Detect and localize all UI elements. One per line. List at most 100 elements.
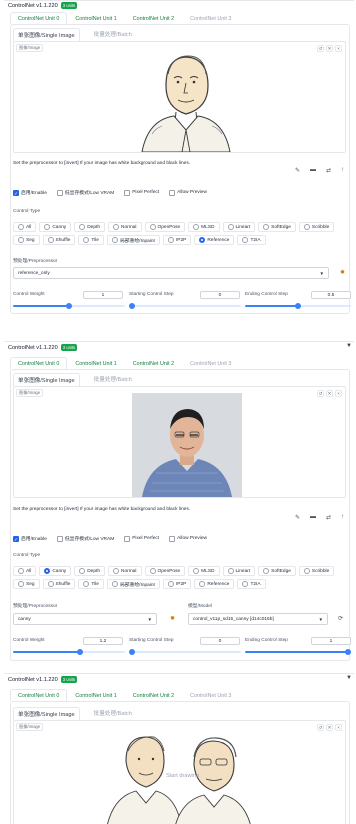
panel-header[interactable]: ControlNet v1.1.220 3 units bbox=[8, 343, 78, 352]
upload-arrow-icon[interactable]: ↑ bbox=[341, 167, 344, 174]
camera-icon[interactable]: ▬ bbox=[310, 167, 316, 174]
tab-single-image[interactable]: 单张图像/Single Image bbox=[13, 373, 80, 386]
tab-unit-3[interactable]: ControlNet Unit 3 bbox=[182, 689, 239, 701]
pen-icon[interactable]: ✎ bbox=[295, 514, 300, 521]
ending-step-slider[interactable] bbox=[245, 649, 351, 655]
control-type-radio-scribble[interactable]: Scribble bbox=[298, 566, 335, 576]
tab-unit-2[interactable]: ControlNet Unit 2 bbox=[125, 12, 182, 24]
tab-unit-1[interactable]: ControlNet Unit 1 bbox=[67, 12, 124, 24]
swap-icon[interactable]: ⇄ bbox=[326, 167, 331, 174]
tab-unit-0[interactable]: ControlNet Unit 0 bbox=[10, 689, 68, 701]
refresh-models-icon[interactable]: ⟳ bbox=[338, 615, 343, 622]
collapse-arrow-icon[interactable]: ▼ bbox=[346, 675, 352, 681]
control-type-radio-softedge[interactable]: SoftEdge bbox=[258, 566, 296, 576]
pixel-perfect-checkbox[interactable]: Pixel Perfect bbox=[124, 189, 159, 196]
control-type-radio-normal[interactable]: Normal bbox=[108, 566, 142, 576]
tab-unit-3[interactable]: ControlNet Unit 3 bbox=[182, 357, 239, 369]
image-upload-area[interactable]: 图像/Image ↺ ✕ × bbox=[13, 386, 346, 498]
swap-icon[interactable]: ⇄ bbox=[326, 514, 331, 521]
tab-batch[interactable]: 批量处理/Batch bbox=[90, 28, 136, 41]
clear-icon[interactable]: ✕ bbox=[326, 45, 333, 52]
tab-unit-2[interactable]: ControlNet Unit 2 bbox=[125, 357, 182, 369]
control-type-radio-t2ia[interactable]: T2IA bbox=[237, 235, 266, 245]
starting-step-input[interactable]: 0 bbox=[200, 637, 240, 645]
run-preprocessor-icon[interactable]: ✹ bbox=[170, 615, 175, 622]
allow-preview-checkbox[interactable]: Allow Preview bbox=[169, 189, 207, 196]
control-type-radio-tile[interactable]: Tile bbox=[78, 579, 104, 589]
low-vram-checkbox[interactable]: 低显存模式/Low VRAM bbox=[56, 189, 114, 196]
slider-handle[interactable] bbox=[129, 649, 135, 655]
control-type-radio-ip2p[interactable]: IP2P bbox=[162, 235, 192, 245]
control-type-radio-canny[interactable]: Canny bbox=[39, 222, 72, 232]
control-type-radio-t2ia[interactable]: T2IA bbox=[237, 579, 266, 589]
control-type-radio-mlsd[interactable]: MLSD bbox=[188, 222, 220, 232]
tab-batch[interactable]: 批量处理/Batch bbox=[90, 373, 136, 386]
upload-arrow-icon[interactable]: ↑ bbox=[341, 514, 344, 521]
ending-step-input[interactable]: 0.5 bbox=[311, 291, 351, 299]
control-type-radio-seg[interactable]: Seg bbox=[13, 579, 40, 589]
control-type-radio-ip2p[interactable]: IP2P bbox=[162, 579, 192, 589]
control-type-radio-reference[interactable]: Reference bbox=[194, 579, 235, 589]
undo-icon[interactable]: ↺ bbox=[317, 724, 324, 731]
tab-unit-1[interactable]: ControlNet Unit 1 bbox=[67, 357, 124, 369]
control-type-radio-openpose[interactable]: OpenPose bbox=[144, 222, 186, 232]
control-type-radio-shuffle[interactable]: Shuffle bbox=[42, 235, 76, 245]
control-weight-slider[interactable] bbox=[13, 649, 125, 655]
slider-handle[interactable] bbox=[77, 649, 83, 655]
tab-unit-3[interactable]: ControlNet Unit 3 bbox=[182, 12, 239, 24]
control-weight-input[interactable]: 1.2 bbox=[83, 637, 123, 645]
control-type-radio-shuffle[interactable]: Shuffle bbox=[42, 579, 76, 589]
control-type-radio-scribble[interactable]: Scribble bbox=[298, 222, 335, 232]
enable-checkbox[interactable]: ✓ 启用/Enable bbox=[13, 189, 47, 196]
close-icon[interactable]: × bbox=[335, 724, 342, 731]
run-preprocessor-icon[interactable]: ✹ bbox=[340, 269, 345, 276]
tab-single-image[interactable]: 单张图像/Single Image bbox=[13, 28, 80, 41]
control-type-radio-openpose[interactable]: OpenPose bbox=[144, 566, 186, 576]
starting-step-slider[interactable] bbox=[129, 303, 241, 309]
slider-handle[interactable] bbox=[129, 303, 135, 309]
control-type-radio-inpaint[interactable]: 局部重绘/Inpaint bbox=[106, 579, 160, 589]
preprocessor-select[interactable]: canny ▼ bbox=[13, 613, 157, 625]
control-type-radio-lineart[interactable]: Lineart bbox=[222, 566, 256, 576]
control-type-radio-depth[interactable]: Depth bbox=[74, 566, 106, 576]
close-icon[interactable]: × bbox=[335, 45, 342, 52]
control-type-radio-softedge[interactable]: SoftEdge bbox=[258, 222, 296, 232]
allow-preview-checkbox[interactable]: Allow Preview bbox=[169, 535, 207, 542]
control-type-radio-reference[interactable]: Reference bbox=[194, 235, 235, 245]
preprocessor-select[interactable]: reference_only ▼ bbox=[13, 267, 329, 279]
slider-handle[interactable] bbox=[66, 303, 72, 309]
control-type-radio-all[interactable]: All bbox=[13, 566, 37, 576]
undo-icon[interactable]: ↺ bbox=[317, 390, 324, 397]
control-type-radio-mlsd[interactable]: MLSD bbox=[188, 566, 220, 576]
camera-icon[interactable]: ▬ bbox=[310, 514, 316, 521]
undo-icon[interactable]: ↺ bbox=[317, 45, 324, 52]
ending-step-input[interactable]: 1 bbox=[311, 637, 351, 645]
tab-single-image[interactable]: 单张图像/Single Image bbox=[13, 707, 80, 720]
control-type-radio-depth[interactable]: Depth bbox=[74, 222, 106, 232]
tab-batch[interactable]: 批量处理/Batch bbox=[90, 707, 136, 720]
model-select[interactable]: control_v11p_sd15_canny [d14c016b] ▼ bbox=[188, 613, 328, 625]
panel-header[interactable]: ControlNet v1.1.220 3 units bbox=[8, 675, 78, 684]
control-type-radio-seg[interactable]: Seg bbox=[13, 235, 40, 245]
starting-step-input[interactable]: 0 bbox=[200, 291, 240, 299]
close-icon[interactable]: × bbox=[335, 390, 342, 397]
pen-icon[interactable]: ✎ bbox=[295, 167, 300, 174]
slider-handle[interactable] bbox=[295, 303, 301, 309]
tab-unit-0[interactable]: ControlNet Unit 0 bbox=[10, 357, 68, 369]
control-type-radio-normal[interactable]: Normal bbox=[108, 222, 142, 232]
low-vram-checkbox[interactable]: 低显存模式/Low VRAM bbox=[56, 535, 114, 542]
control-type-radio-lineart[interactable]: Lineart bbox=[222, 222, 256, 232]
control-weight-input[interactable]: 1 bbox=[83, 291, 123, 299]
ending-step-slider[interactable] bbox=[245, 303, 351, 309]
slider-handle[interactable] bbox=[345, 649, 351, 655]
image-upload-area[interactable]: 图像/Image ↺ ✕ × Start drawing bbox=[13, 720, 346, 824]
tab-unit-1[interactable]: ControlNet Unit 1 bbox=[67, 689, 124, 701]
control-type-radio-canny[interactable]: Canny bbox=[39, 566, 72, 576]
tab-unit-2[interactable]: ControlNet Unit 2 bbox=[125, 689, 182, 701]
control-weight-slider[interactable] bbox=[13, 303, 125, 309]
image-upload-area[interactable]: 图像/Image ↺ ✕ × bbox=[13, 41, 346, 153]
control-type-radio-inpaint[interactable]: 局部重绘/Inpaint bbox=[106, 235, 160, 245]
clear-icon[interactable]: ✕ bbox=[326, 724, 333, 731]
control-type-radio-tile[interactable]: Tile bbox=[78, 235, 104, 245]
pixel-perfect-checkbox[interactable]: Pixel Perfect bbox=[124, 535, 159, 542]
